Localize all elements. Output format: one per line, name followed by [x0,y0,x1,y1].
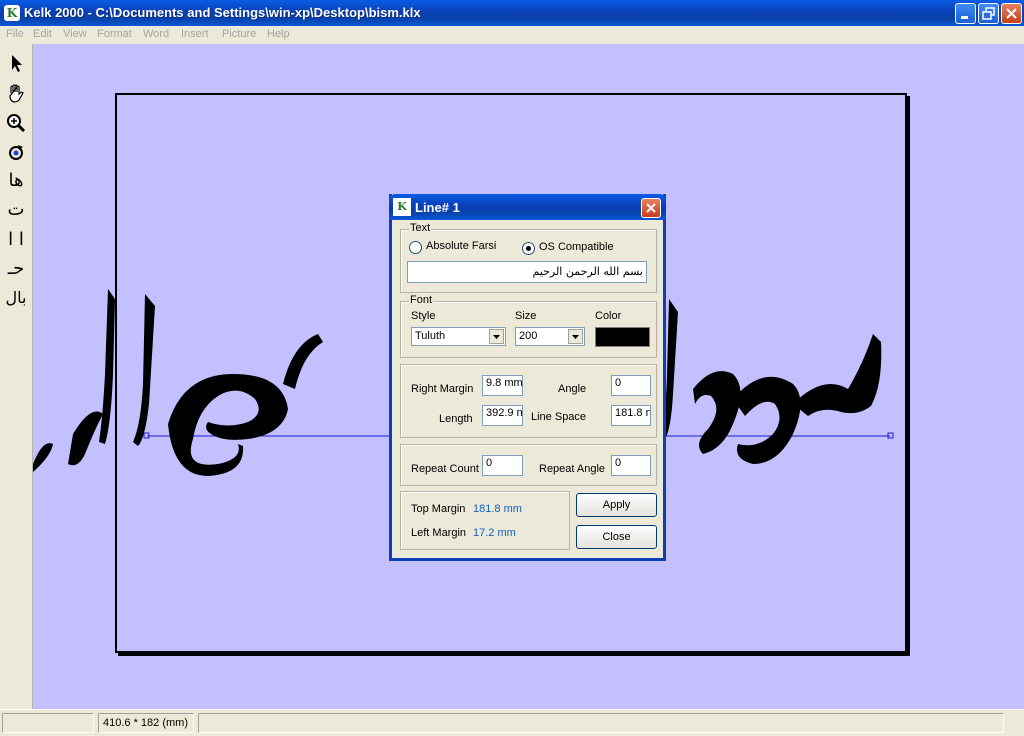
letter-jim-tool[interactable]: حـ [4,258,28,282]
layout-group: Right Margin 9.8 mm Angle 0 Length 392.9… [400,364,657,438]
font-group: Font Style Size Color Tuluth 200 [400,294,657,358]
right-margin-input[interactable]: 9.8 mm [482,375,523,396]
menu-help[interactable]: Help [267,28,290,40]
chevron-down-icon[interactable] [489,329,504,344]
size-label: Size [515,310,537,322]
restore-button[interactable] [978,3,999,24]
status-bar: 410.6 * 182 (mm) [0,709,1024,736]
toolbox: ها ت ا ا حـ بال [0,44,33,709]
repeat-count-label: Repeat Count [411,463,479,475]
letter-ta-tool[interactable]: ت [4,199,28,223]
text-group-label: Text [409,222,432,234]
top-margin-value: 181.8 mm [473,503,522,515]
letter-alef-tool[interactable]: ا ا [4,229,28,253]
kelk-logo-icon: K [4,5,20,21]
apply-button[interactable]: Apply [576,493,657,517]
length-input[interactable]: 392.9 n [482,405,523,426]
size-select-value: 200 [519,330,538,342]
angle-input[interactable]: 0 [611,375,651,396]
font-group-label: Font [409,294,434,306]
arrow-pointer-icon [12,55,22,72]
pointer-tool[interactable] [4,52,28,76]
length-label: Length [439,413,473,425]
color-label: Color [595,310,622,322]
menu-word[interactable]: Word [143,28,169,40]
window-title: Kelk 2000 - C:\Documents and Settings\wi… [24,5,421,20]
os-compatible-label: OS Compatible [539,241,614,253]
left-margin-label: Left Margin [411,527,467,539]
repeat-angle-label: Repeat Angle [539,463,606,475]
dialog-title-bar[interactable]: K Line# 1 [389,194,666,220]
restore-icon [982,7,995,20]
absolute-farsi-label: Absolute Farsi [426,240,497,252]
menu-file[interactable]: File [6,28,24,40]
rotate-icon [9,145,23,160]
chevron-down-icon[interactable] [568,329,583,344]
minimize-icon [961,16,968,19]
size-select[interactable]: 200 [515,327,585,346]
os-compatible-radio[interactable] [522,242,535,255]
menu-format[interactable]: Format [97,28,132,40]
line-space-input[interactable]: 181.8 n [611,405,651,426]
absolute-farsi-radio[interactable] [409,241,422,254]
top-margin-label: Top Margin [411,503,466,515]
kelk-dialog-icon: K [393,198,411,216]
angle-label: Angle [558,383,587,395]
menu-view[interactable]: View [63,28,87,40]
rotate-tool[interactable] [4,141,28,165]
position-info-group: Top Margin 181.8 mm Left Margin 17.2 mm [400,491,570,550]
line-text-input[interactable]: بسم الله الرحمن الرحيم [407,261,647,283]
minimize-button[interactable] [955,3,976,24]
menu-bar: File Edit View Format Word Insert Pictur… [0,26,1024,44]
style-select-value: Tuluth [415,330,446,342]
close-icon [1006,8,1017,19]
magnifier-icon [7,114,26,133]
repeat-count-input[interactable]: 0 [482,455,523,476]
right-margin-label: Right Margin [411,383,474,395]
line-space-label: Line Space [531,411,587,423]
style-select[interactable]: Tuluth [411,327,506,346]
line-properties-dialog: K Line# 1 Text Absolute Farsi OS Compati… [389,194,666,561]
menu-edit[interactable]: Edit [33,28,52,40]
zoom-tool[interactable] [4,111,28,135]
menu-insert[interactable]: Insert [181,28,209,40]
repeat-group: Repeat Count 0 Repeat Angle 0 [400,444,657,486]
title-bar: K Kelk 2000 - C:\Documents and Settings\… [0,0,1024,26]
menu-picture[interactable]: Picture [222,28,256,40]
repeat-angle-input[interactable]: 0 [611,455,651,476]
text-group: Text Absolute Farsi OS Compatible بسم ال… [400,222,657,293]
close-window-button[interactable] [1001,3,1022,24]
status-pane-3 [198,713,1004,733]
dialog-close-button[interactable] [641,198,661,218]
letter-ha-tool[interactable]: ها [4,170,28,194]
dialog-title: Line# 1 [415,200,460,215]
close-icon [646,203,656,213]
hand-icon [9,84,24,103]
status-dimensions: 410.6 * 182 (mm) [98,713,194,733]
color-swatch-button[interactable] [595,327,650,347]
close-button[interactable]: Close [576,525,657,549]
hand-tool[interactable] [4,81,28,105]
style-label: Style [411,310,436,322]
left-margin-value: 17.2 mm [473,527,516,539]
status-pane-1 [2,713,94,733]
letter-ba-tool[interactable]: بال [4,288,28,312]
